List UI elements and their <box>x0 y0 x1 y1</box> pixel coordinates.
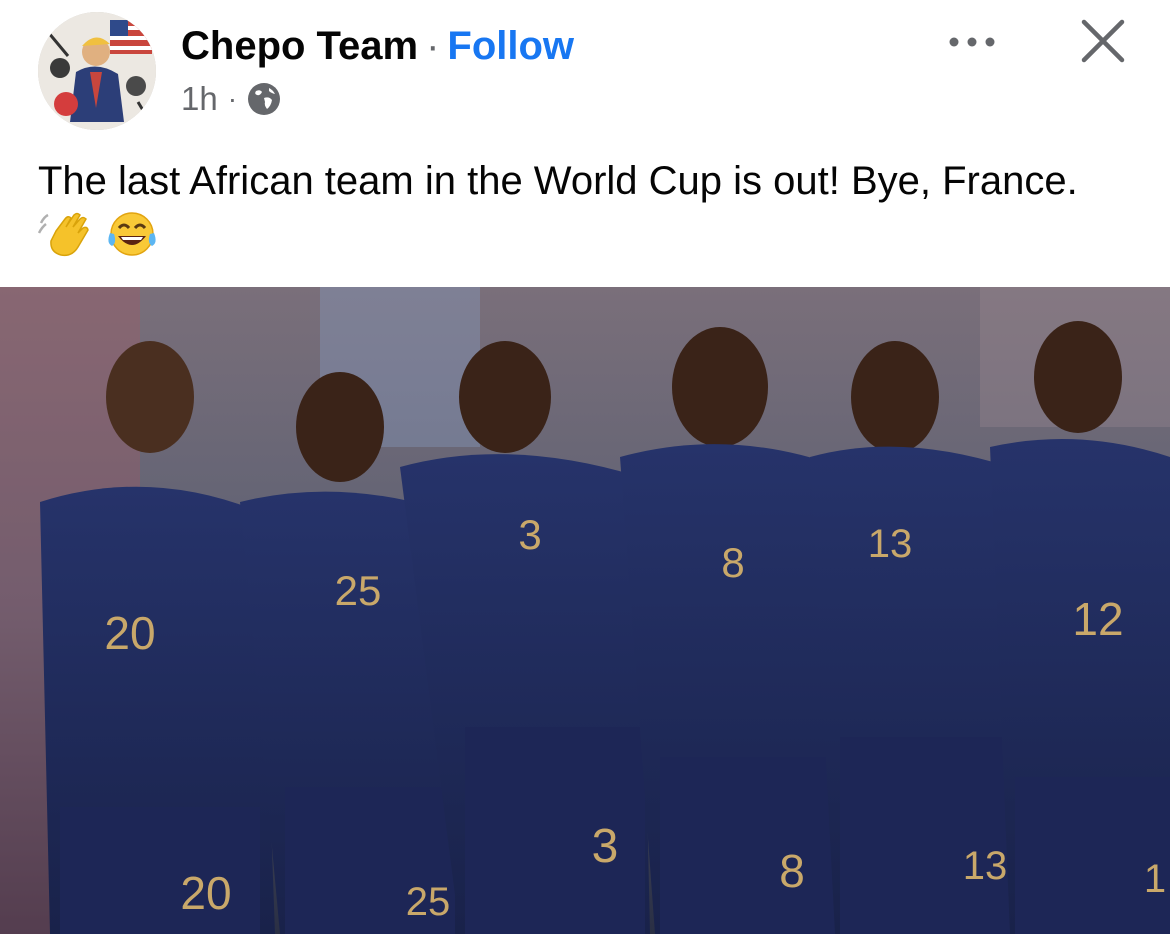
follow-button[interactable]: Follow <box>447 24 574 68</box>
waving-hand-icon <box>38 212 89 257</box>
close-icon[interactable] <box>1076 14 1130 68</box>
post-header: Chepo Team · Follow 1h · <box>0 0 1170 140</box>
jersey-number-25: 25 <box>335 567 382 614</box>
shorts-number-8: 8 <box>779 845 805 897</box>
name-separator: · <box>426 24 440 68</box>
shorts-number-1: 1 <box>1144 857 1166 901</box>
post-message: The last African team in the World Cup i… <box>38 159 1078 203</box>
author-line: Chepo Team · Follow <box>181 22 574 70</box>
post-meta: 1h · <box>181 78 281 120</box>
jersey-number-13: 13 <box>868 522 913 566</box>
jersey-number-3: 3 <box>518 511 541 558</box>
globe-icon[interactable] <box>247 82 281 116</box>
post-time[interactable]: 1h <box>181 80 218 118</box>
meta-separator: · <box>227 83 238 114</box>
avatar-illustration <box>38 12 156 130</box>
shorts-number-20: 20 <box>180 867 231 919</box>
jersey-number-8: 8 <box>721 539 744 586</box>
post-text: The last African team in the World Cup i… <box>38 154 1138 266</box>
author-name[interactable]: Chepo Team <box>181 24 418 68</box>
shorts-number-25: 25 <box>406 880 451 924</box>
author-avatar[interactable] <box>38 12 156 130</box>
team-photo: 20 25 3 8 13 12 20 25 3 8 13 1 <box>0 287 1170 934</box>
shorts-number-3: 3 <box>592 820 619 873</box>
more-horizontal-icon[interactable] <box>944 22 1000 62</box>
shorts-number-13: 13 <box>963 844 1008 888</box>
jersey-number-20: 20 <box>104 607 155 659</box>
tears-of-joy-icon <box>108 212 156 256</box>
post-photo[interactable]: 20 25 3 8 13 12 20 25 3 8 13 1 <box>0 287 1170 934</box>
jersey-number-12: 12 <box>1072 593 1123 645</box>
